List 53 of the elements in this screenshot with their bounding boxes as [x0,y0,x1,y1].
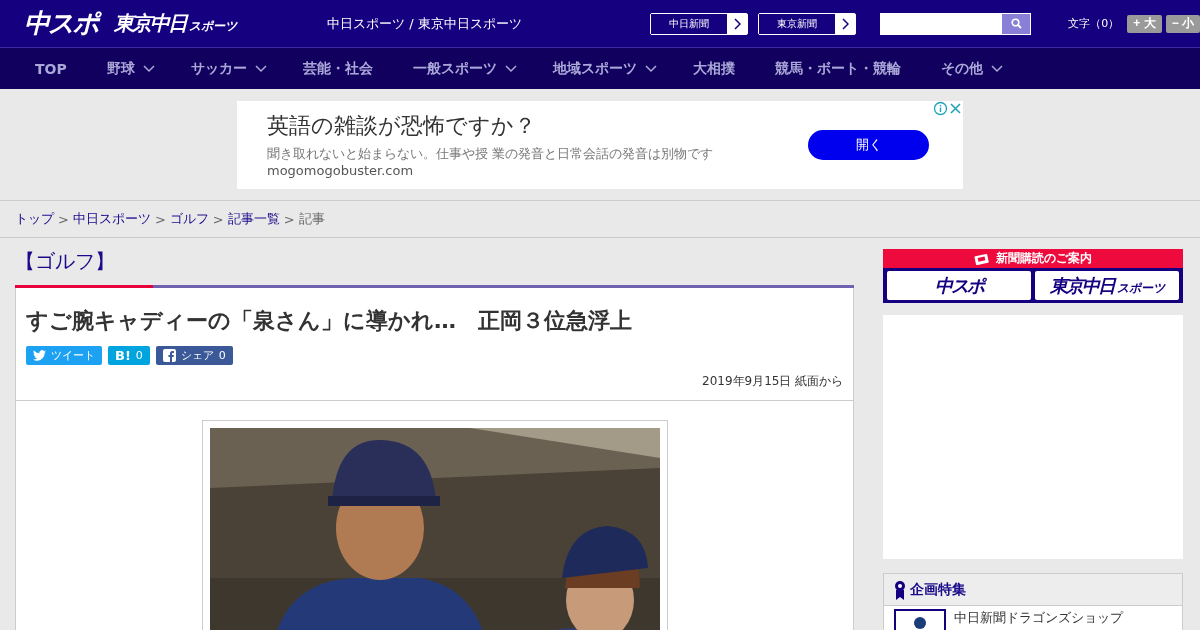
open-button[interactable]: 開く [808,129,929,160]
site-names: 中日スポーツ / 東京中日スポーツ [327,14,522,33]
breadcrumb-separator: > [212,211,224,227]
current-page-label: 記事 [298,210,325,228]
info-icon[interactable] [933,100,948,116]
site-logo[interactable]: 東京中日スポーツ [114,10,237,37]
ad-banner[interactable]: 英語の雑談が恐怖ですか？ 聞き取れないと始まらない。仕事や授 業の発音と日常会話の発音は別物です mogomogobuster.com 開く [237,100,963,189]
newspaper-link[interactable]: 中日新聞 [649,12,748,35]
chevron-down-icon [990,64,1003,73]
chevron-down-icon [644,64,657,73]
article-date: 2019年9月15日 紙面から [701,373,844,390]
chevron-right-icon [842,17,850,30]
ad-text: 聞き取れないと始まらない。仕事や授 業の発音と日常会話の発音は別物です [267,145,715,163]
breadcrumb-link[interactable]: トップ [15,210,54,228]
chevron-down-icon [254,64,267,73]
newspaper-link[interactable]: 東京新聞 [758,12,857,35]
close-icon[interactable] [948,100,963,116]
nav-item[interactable]: その他 [940,59,1003,78]
nav-item[interactable]: 大相撲 [692,59,735,78]
nav-item[interactable]: 芸能・社会 [302,59,373,78]
chevron-down-icon [504,64,517,73]
facebook-icon [162,349,176,362]
nav-item[interactable]: 野球 [106,59,155,78]
newspaper-logo-link[interactable]: 中スポ [887,271,1032,300]
bird-icon [33,350,46,361]
chevron-down-icon [142,64,155,73]
nav-item[interactable]: サッカー [190,59,267,78]
newspaper-logo-link[interactable]: 東京中日 スポーツ [1035,271,1179,300]
article-title: すご腕キャディーの「泉さん」に導かれ… 正岡３位急浮上 [26,307,633,335]
search-icon [1010,18,1022,29]
search-button[interactable] [1002,13,1031,34]
subscription-title: 新聞購読のご案内 [996,250,1093,267]
newspaper-icon [974,252,991,265]
feature-heading: 企画特集 [910,580,967,599]
nav-item[interactable]: 一般スポーツ [412,59,517,78]
nav-item[interactable]: 競馬・ボート・競輪 [774,59,901,78]
category-heading: 【ゴルフ】 [15,248,116,275]
breadcrumb-separator: > [58,211,69,227]
nav-item[interactable]: 地域スポーツ [552,59,657,78]
breadcrumb-link[interactable]: 中日スポーツ [72,210,151,228]
breadcrumb-link[interactable]: 記事一覧 [227,210,280,228]
breadcrumb-link[interactable]: ゴルフ [169,210,209,228]
chevron-right-icon [734,17,741,30]
feature-link[interactable]: 中日新聞ドラゴンズショップ [884,606,1182,630]
ad-headline: 英語の雑談が恐怖ですか？ [267,112,537,140]
ad-domain: mogomogobuster.com [267,163,415,178]
nav-item[interactable]: TOP [35,60,67,77]
share-button[interactable]: シェア 0 [155,346,233,365]
breadcrumb-separator: > [154,211,166,227]
font-size-label: 文字（0） [1068,16,1120,31]
search-field[interactable] [880,12,1032,35]
breadcrumb-separator: > [283,211,295,227]
ribbon-icon [894,579,907,600]
